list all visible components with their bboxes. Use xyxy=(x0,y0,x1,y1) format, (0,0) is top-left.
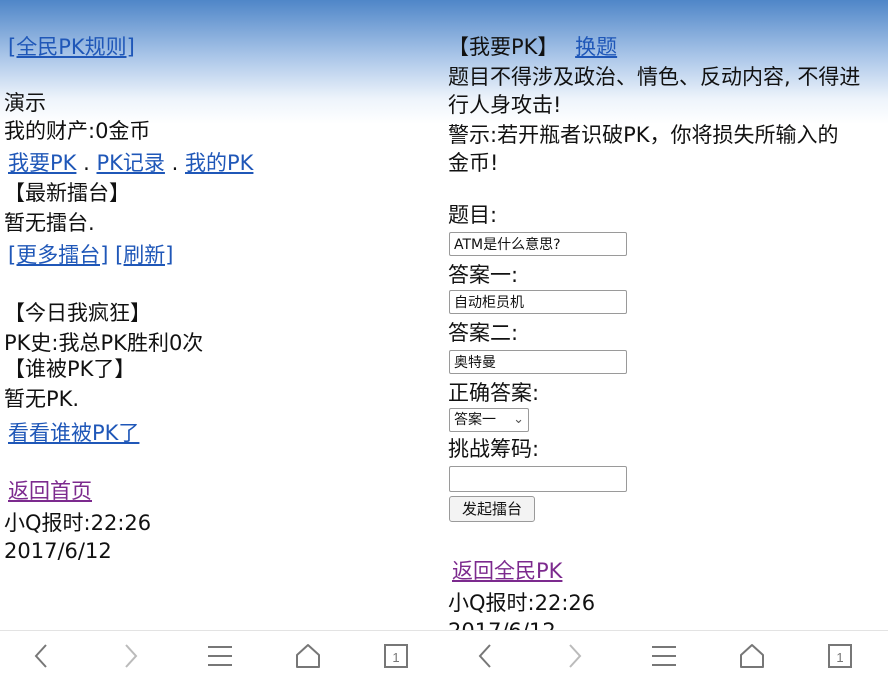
answer2-input[interactable] xyxy=(449,350,627,374)
who-empty: 暂无PK. xyxy=(4,387,80,411)
change-question-link[interactable]: 换题 xyxy=(575,35,617,59)
menu-icon xyxy=(652,646,676,666)
menu-button[interactable] xyxy=(644,637,684,675)
home-icon xyxy=(296,644,320,668)
latest-empty: 暂无擂台. xyxy=(4,211,95,235)
back-home-link[interactable]: 返回首页 xyxy=(8,479,92,503)
header-gradient xyxy=(0,0,444,124)
menu-icon xyxy=(208,646,232,666)
username: 演示 xyxy=(4,91,46,115)
rules-link[interactable]: [全民PK规则] xyxy=(8,35,135,59)
stake-label: 挑战筹码: xyxy=(448,437,540,461)
tabs-icon: 1 xyxy=(828,644,852,668)
back-button[interactable] xyxy=(22,637,62,675)
answer1-input[interactable] xyxy=(449,290,627,314)
separator: . xyxy=(83,151,90,175)
tabs-button[interactable]: 1 xyxy=(820,637,860,675)
pk-heading: 【我要PK】 xyxy=(448,35,559,59)
forward-button[interactable] xyxy=(554,637,594,675)
back-pk-link[interactable]: 返回全民PK xyxy=(452,559,562,583)
forward-icon xyxy=(569,644,582,668)
question-input[interactable] xyxy=(449,232,627,256)
notice-line2: 行人身攻击! xyxy=(448,93,562,117)
home-icon xyxy=(740,644,764,668)
wealth-text: 我的财产:0金币 xyxy=(4,119,151,143)
tab-count: 1 xyxy=(392,650,399,665)
correct-answer-value: 答案一 xyxy=(454,412,496,428)
pk-history: PK史:我总PK胜利0次 xyxy=(4,331,204,355)
back-button[interactable] xyxy=(466,637,506,675)
date-text: 2017/6/12 xyxy=(448,618,556,630)
date-text: 2017/6/12 xyxy=(4,539,112,563)
mine-pk-link[interactable]: 我的PK xyxy=(185,151,253,175)
refresh-link[interactable]: [刷新] xyxy=(115,243,173,267)
warning-line2: 金币! xyxy=(448,151,499,175)
more-arenas-link[interactable]: [更多擂台] xyxy=(8,243,108,267)
my-pk-link[interactable]: 我要PK xyxy=(8,151,76,175)
notice-line1: 题目不得涉及政治、情色、反动内容, 不得进 xyxy=(448,65,861,89)
tabs-icon: 1 xyxy=(384,644,408,668)
warning-line1: 警示:若开瓶者识破PK，你将损失所输入的 xyxy=(448,123,839,147)
right-screen: 【我要PK】 换题 题目不得涉及政治、情色、反动内容, 不得进 行人身攻击! 警… xyxy=(444,0,888,630)
correct-answer-label: 正确答案: xyxy=(448,381,540,405)
browser-navbar: 1 xyxy=(444,630,888,681)
tab-count: 1 xyxy=(836,650,843,665)
back-icon xyxy=(478,644,491,668)
left-screen: [全民PK规则] 演示 我的财产:0金币 我要PK . PK记录 . 我的PK … xyxy=(0,0,444,630)
who-heading: 【谁被PK了】 xyxy=(4,357,136,381)
question-label: 题目: xyxy=(448,203,498,227)
answer2-label: 答案二: xyxy=(448,321,519,345)
view-pk-link[interactable]: 看看谁被PK了 xyxy=(8,421,139,445)
time-report: 小Q报时:22:26 xyxy=(448,591,596,615)
forward-icon xyxy=(125,644,138,668)
home-button[interactable] xyxy=(288,637,328,675)
submit-arena-button[interactable]: 发起擂台 xyxy=(449,496,535,522)
back-icon xyxy=(34,644,47,668)
menu-button[interactable] xyxy=(200,637,240,675)
crazy-heading: 【今日我疯狂】 xyxy=(4,301,151,325)
chevron-down-icon: ⌄ xyxy=(513,412,524,427)
time-report: 小Q报时:22:26 xyxy=(4,511,152,535)
pk-records-link[interactable]: PK记录 xyxy=(97,151,165,175)
forward-button[interactable] xyxy=(110,637,150,675)
stake-input[interactable] xyxy=(449,466,627,492)
home-button[interactable] xyxy=(732,637,772,675)
tabs-button[interactable]: 1 xyxy=(376,637,416,675)
browser-navbar: 1 xyxy=(0,630,444,681)
nav-links: 我要PK . PK记录 . 我的PK xyxy=(8,150,253,176)
separator: . xyxy=(171,151,179,175)
correct-answer-select[interactable]: 答案一 ⌄ xyxy=(449,408,529,432)
latest-heading: 【最新擂台】 xyxy=(4,181,130,205)
answer1-label: 答案一: xyxy=(448,263,519,287)
